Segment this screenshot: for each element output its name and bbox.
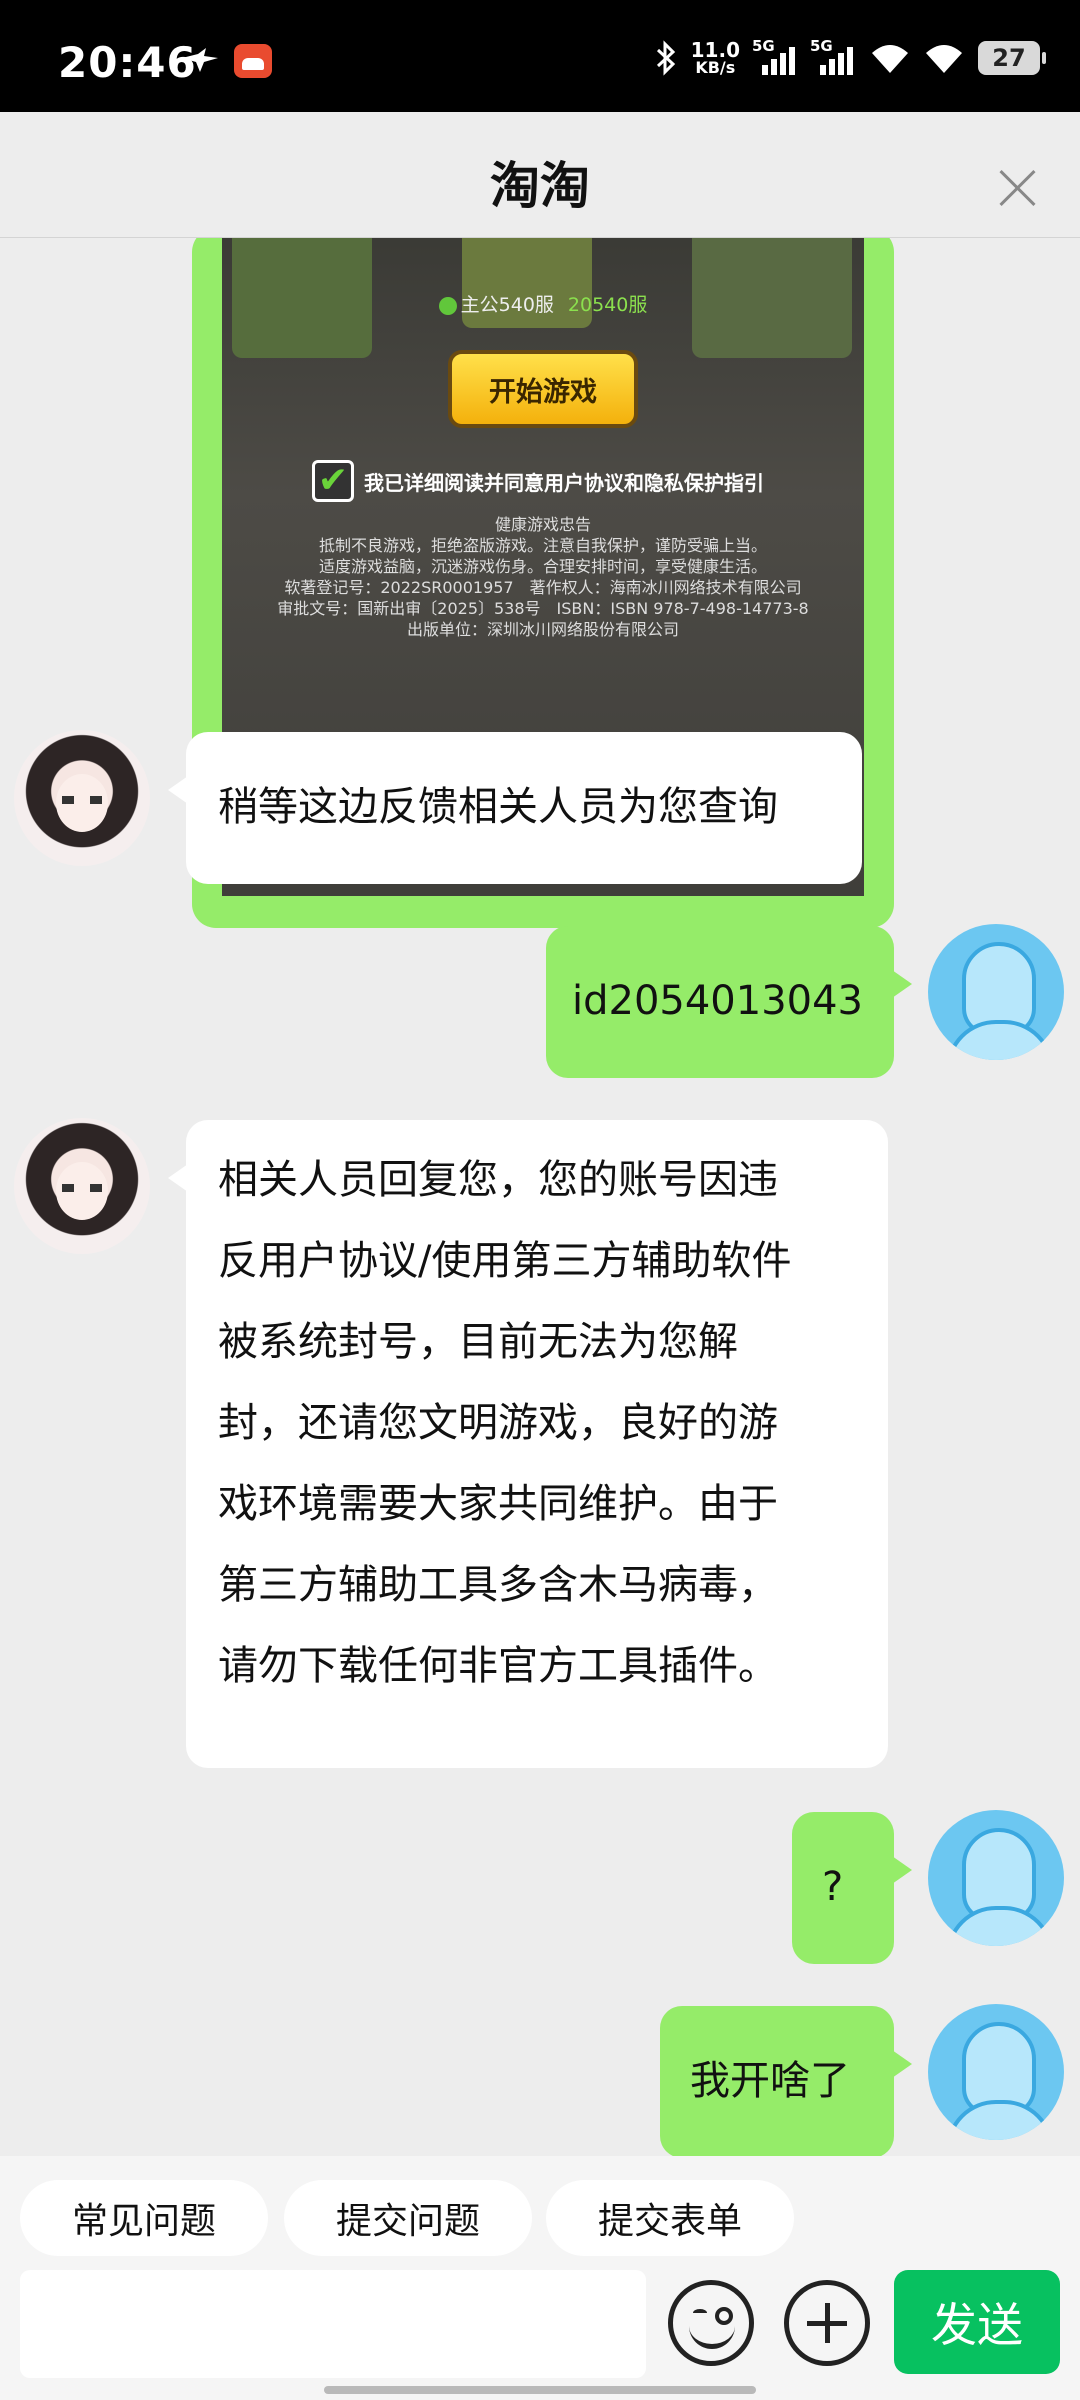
message-line: 相关人员回复您，您的账号因违 xyxy=(218,1157,778,1203)
message-bubble-left[interactable]: 相关人员回复您，您的账号因违 反用户协议/使用第三方辅助软件 被系统封号，目前无… xyxy=(168,1120,888,1768)
notice-line: 软著登记号：2022SR0001957 著作权人：海南冰川网络技术有限公司 xyxy=(284,578,802,597)
notice-line: 健康游戏忠告 xyxy=(494,515,591,534)
message-text: 我开啥了 xyxy=(690,2058,850,2104)
checkmark-icon: ✔ xyxy=(312,460,354,502)
status-bar: 20:46 11.0 KB/s 5G 5G 27 xyxy=(0,0,1080,112)
server-number: 20540服 xyxy=(567,294,648,316)
notice-line: 适度游戏益脑，沉迷游戏伤身。合理安排时间，享受健康生活。 xyxy=(318,557,767,576)
battery-icon: 27 xyxy=(978,41,1046,75)
wifi-plus-icon xyxy=(872,45,908,73)
chat-header: 淘淘 xyxy=(0,112,1080,238)
quick-action-submit-form[interactable]: 提交表单 xyxy=(546,2180,794,2256)
send-button[interactable]: 发送 xyxy=(894,2270,1060,2374)
user-avatar[interactable] xyxy=(928,2004,1064,2140)
user-avatar[interactable] xyxy=(928,924,1064,1060)
start-game-button: 开始游戏 xyxy=(448,350,638,428)
message-bubble-right[interactable]: 我开啥了 xyxy=(660,2006,912,2156)
net-speed-unit: KB/s xyxy=(695,58,736,77)
signal-sim2-icon: 5G xyxy=(810,37,856,75)
quick-action-faq[interactable]: 常见问题 xyxy=(20,2180,268,2256)
message-text: ? xyxy=(822,1864,844,1910)
emoji-icon[interactable] xyxy=(668,2280,754,2366)
message-line: 请勿下载任何非官方工具插件。 xyxy=(218,1643,778,1689)
message-input[interactable] xyxy=(20,2270,646,2378)
message-bubble-right[interactable]: ? xyxy=(792,1812,912,1964)
quick-action-submit-question[interactable]: 提交问题 xyxy=(284,2180,532,2256)
server-status-icon xyxy=(438,296,457,315)
sim1-label: 5G xyxy=(752,37,775,55)
home-indicator[interactable] xyxy=(324,2386,756,2394)
signal-sim1-icon: 5G xyxy=(752,37,798,75)
health-notice: 健康游戏忠告 抵制不良游戏，拒绝盗版游戏。注意自我保护，谨防受骗上当。 适度游戏… xyxy=(222,514,864,640)
taobao-app-icon xyxy=(234,44,272,78)
composer-bar: 常见问题 提交问题 提交表单 发送 xyxy=(0,2156,1080,2400)
message-bubble-left[interactable]: 稍等这边反馈相关人员为您查询 xyxy=(168,732,862,884)
message-line: 第三方辅助工具多含木马病毒， xyxy=(218,1562,778,1608)
server-info: 主公540服 20540服 xyxy=(222,290,864,317)
bluetooth-icon xyxy=(656,40,675,76)
chat-title: 淘淘 xyxy=(490,157,590,215)
message-line: 被系统封号，目前无法为您解 xyxy=(218,1319,738,1365)
message-bubble-right[interactable]: id2054013043 xyxy=(546,926,912,1078)
notice-line: 抵制不良游戏，拒绝盗版游戏。注意自我保护，谨防受骗上当。 xyxy=(318,536,767,555)
server-label: 主公540服 xyxy=(460,294,554,316)
notification-icons xyxy=(180,44,272,78)
agreement-text: 我已详细阅读并同意用户协议和隐私保护指引 xyxy=(364,470,764,495)
notice-line: 审批文号：国新出审〔2025〕538号 ISBN：ISBN 978-7-498-… xyxy=(277,599,809,618)
net-speed-value: 11.0 xyxy=(690,38,740,62)
message-text: id2054013043 xyxy=(572,978,863,1024)
net-speed: 11.0 KB/s xyxy=(691,40,740,76)
bird-notification-icon xyxy=(182,48,218,72)
message-list[interactable]: 主公540服 20540服 开始游戏 ✔ 我已详细阅读并同意用户协议和隐私保护指引… xyxy=(0,238,1080,2156)
agreement-row: ✔ 我已详细阅读并同意用户协议和隐私保护指引 xyxy=(312,460,764,502)
notice-line: 出版单位：深圳冰川网络股份有限公司 xyxy=(406,620,679,639)
agent-avatar[interactable] xyxy=(14,730,150,866)
agent-avatar[interactable] xyxy=(14,1118,150,1254)
message-line: 反用户协议/使用第三方辅助软件 xyxy=(218,1238,792,1284)
message-text: 稍等这边反馈相关人员为您查询 xyxy=(218,784,778,830)
status-time: 20:46 xyxy=(58,38,197,87)
message-line: 戏环境需要大家共同维护。由于 xyxy=(218,1481,778,1527)
plus-icon[interactable] xyxy=(784,2280,870,2366)
status-right: 11.0 KB/s 5G 5G 27 xyxy=(655,37,1046,76)
wifi-icon xyxy=(926,45,962,73)
sim2-label: 5G xyxy=(810,37,833,55)
user-avatar[interactable] xyxy=(928,1810,1064,1946)
message-line: 封，还请您文明游戏，良好的游 xyxy=(218,1400,778,1446)
close-icon[interactable] xyxy=(996,166,1040,210)
